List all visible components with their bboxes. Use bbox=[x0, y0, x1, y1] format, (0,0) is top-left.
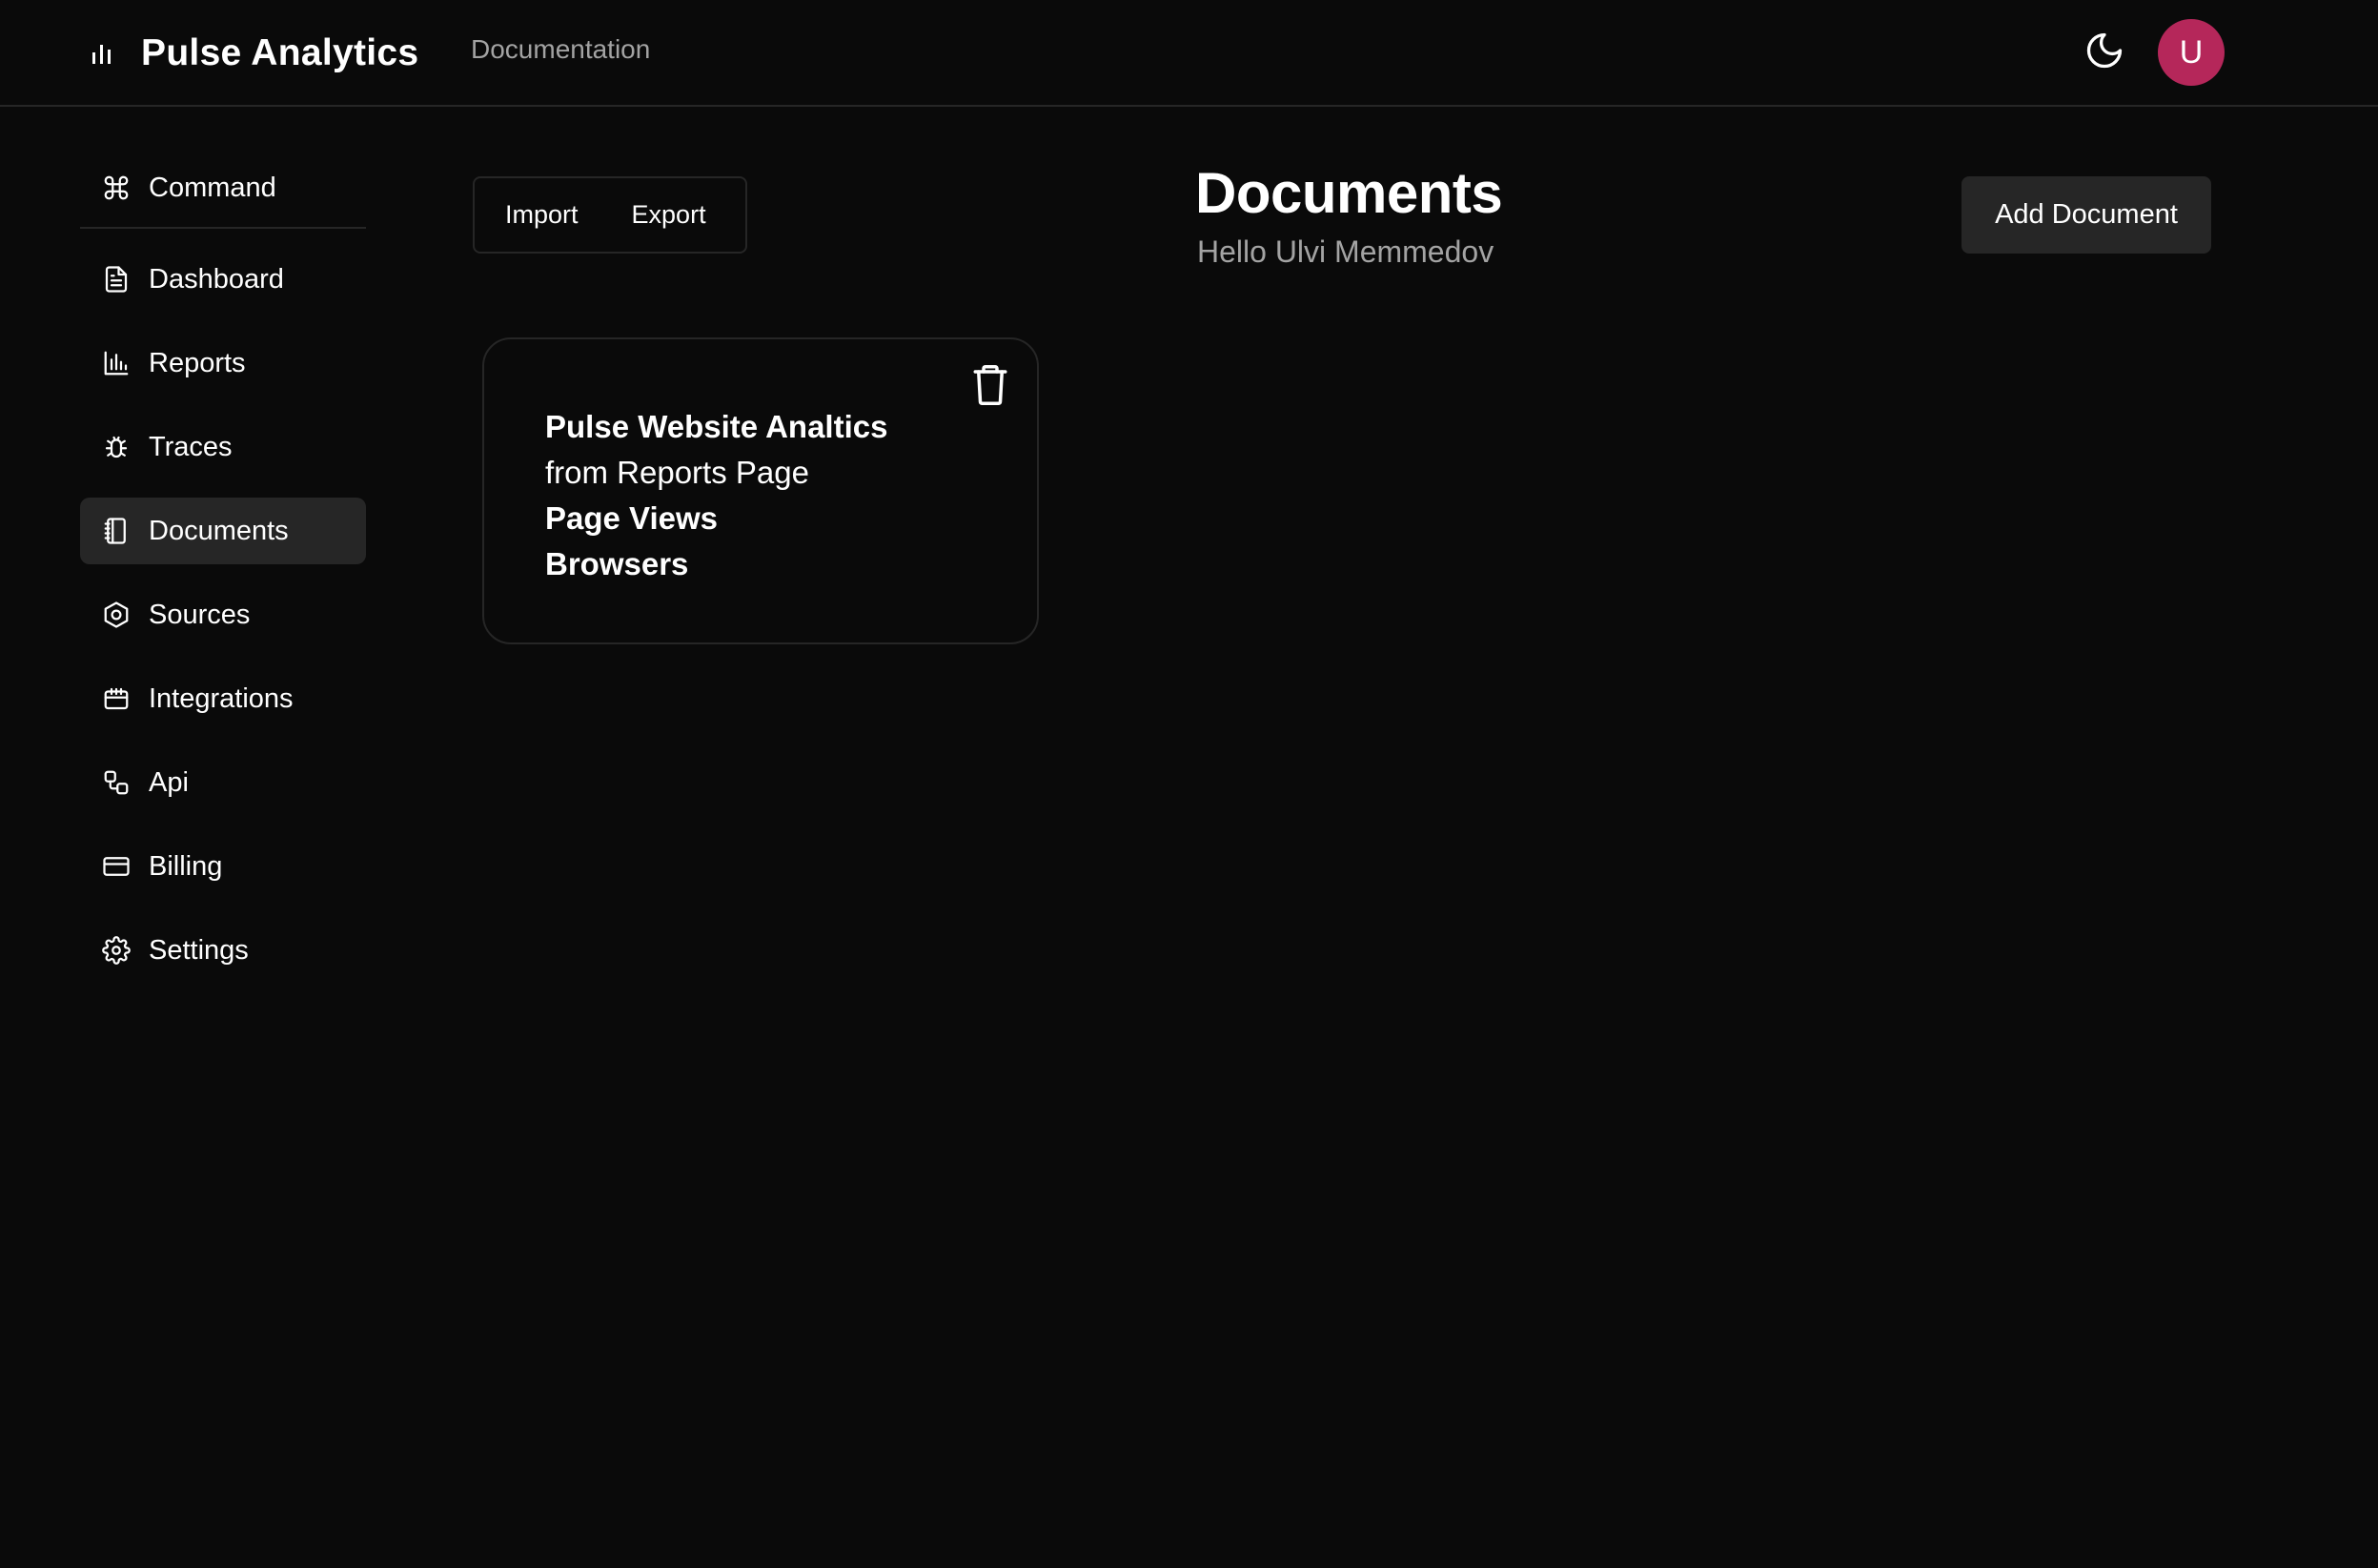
brand-name: Pulse Analytics bbox=[141, 32, 419, 73]
credit-card-icon bbox=[101, 851, 132, 882]
sidebar-item-label: Documents bbox=[149, 515, 289, 546]
document-report: Browsers bbox=[545, 546, 689, 581]
sidebar-item-settings[interactable]: Settings bbox=[80, 917, 366, 984]
trash-icon bbox=[970, 362, 1010, 413]
sidebar-item-label: Reports bbox=[149, 347, 246, 378]
command-icon bbox=[101, 173, 132, 203]
document-details: Pulse Website Analtics from Reports Page… bbox=[545, 404, 887, 587]
app-root: Pulse Analytics Documentation U Command bbox=[0, 0, 2378, 1568]
bar-chart-icon bbox=[101, 348, 132, 378]
document-report: Page Views bbox=[545, 500, 719, 536]
calendar-icon bbox=[101, 683, 132, 714]
bar-chart-icon bbox=[88, 39, 116, 68]
theme-toggle-button[interactable] bbox=[2078, 23, 2131, 82]
file-icon bbox=[101, 264, 132, 295]
export-button[interactable]: Export bbox=[632, 200, 706, 230]
sidebar-item-label: Settings bbox=[149, 934, 249, 966]
sidebar-item-label: Billing bbox=[149, 850, 223, 882]
document-card[interactable]: Pulse Website Analtics from Reports Page… bbox=[482, 337, 1039, 644]
sidebar-item-label: Sources bbox=[149, 599, 251, 630]
gear-icon bbox=[101, 935, 132, 966]
workflow-icon bbox=[101, 767, 132, 798]
sidebar-item-label: Traces bbox=[149, 431, 233, 462]
sidebar-item-label: Command bbox=[149, 172, 276, 203]
sidebar-item-traces[interactable]: Traces bbox=[80, 414, 366, 480]
sidebar-item-documents[interactable]: Documents bbox=[80, 498, 366, 564]
sidebar-item-api[interactable]: Api bbox=[80, 749, 366, 816]
add-document-button[interactable]: Add Document bbox=[1961, 176, 2211, 254]
import-button[interactable]: Import bbox=[505, 200, 579, 230]
sidebar-item-label: Dashboard bbox=[149, 263, 284, 295]
document-source: from Reports Page bbox=[545, 455, 809, 490]
page-title: Documents bbox=[1195, 161, 1503, 225]
avatar[interactable]: U bbox=[2158, 19, 2225, 86]
moon-icon bbox=[2083, 30, 2125, 76]
top-bar: Pulse Analytics Documentation U bbox=[0, 0, 2378, 107]
sidebar: Command Dashboard Reports Traces Documen… bbox=[80, 154, 366, 1001]
sidebar-item-reports[interactable]: Reports bbox=[80, 330, 366, 397]
sidebar-divider bbox=[80, 227, 366, 229]
brand[interactable]: Pulse Analytics bbox=[88, 27, 418, 80]
page-subtitle: Hello Ulvi Memmedov bbox=[1197, 234, 1494, 269]
documentation-link[interactable]: Documentation bbox=[471, 34, 650, 65]
sidebar-item-dashboard[interactable]: Dashboard bbox=[80, 246, 366, 313]
sidebar-item-integrations[interactable]: Integrations bbox=[80, 665, 366, 732]
notebook-icon bbox=[101, 516, 132, 546]
delete-document-button[interactable] bbox=[968, 362, 1012, 412]
sidebar-item-billing[interactable]: Billing bbox=[80, 833, 366, 900]
bug-icon bbox=[101, 432, 132, 462]
sidebar-item-command[interactable]: Command bbox=[80, 154, 366, 221]
sidebar-item-sources[interactable]: Sources bbox=[80, 581, 366, 648]
hexagon-icon bbox=[101, 600, 132, 630]
document-name: Pulse Website Analtics bbox=[545, 409, 888, 444]
sidebar-item-label: Integrations bbox=[149, 682, 294, 714]
sidebar-item-label: Api bbox=[149, 766, 189, 798]
import-export-group: Import Export bbox=[473, 176, 747, 254]
